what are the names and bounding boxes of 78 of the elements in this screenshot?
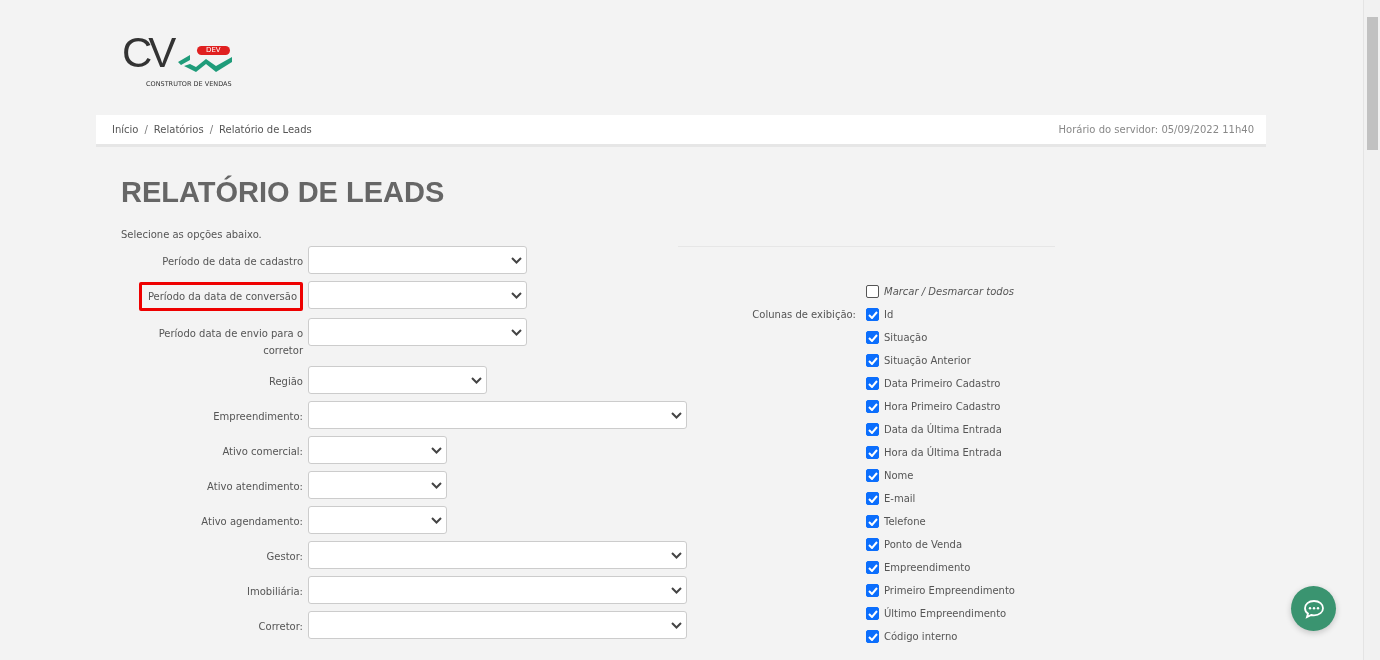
dropdown-field[interactable] [308, 318, 527, 346]
dropdown-field[interactable] [308, 471, 447, 499]
checkbox[interactable] [866, 607, 879, 620]
checkbox[interactable] [866, 538, 879, 551]
dropdown-field[interactable] [308, 281, 527, 309]
checkbox[interactable] [866, 377, 879, 390]
dropdown-field[interactable] [308, 366, 487, 394]
chevron-down-icon [431, 446, 442, 454]
chevron-down-icon [671, 551, 682, 559]
column-option-label[interactable]: Último Empreendimento [884, 608, 1007, 619]
page-title: RELATÓRIO DE LEADS [121, 176, 446, 210]
field-label: Período data de envio para o corretor [157, 327, 303, 358]
column-option-label[interactable]: Telefone [884, 516, 926, 527]
checkbox[interactable] [866, 630, 879, 643]
chevron-down-icon [671, 621, 682, 629]
checkbox[interactable] [866, 285, 879, 298]
chevron-down-icon [511, 328, 522, 336]
dropdown-field[interactable] [308, 611, 687, 639]
checkbox[interactable] [866, 492, 879, 505]
column-option-label[interactable]: Ponto de Venda [884, 539, 963, 550]
logo-wave-icon [176, 52, 234, 74]
field-label: Período de data de cadastro [162, 255, 303, 269]
checkbox[interactable] [866, 446, 879, 459]
scrollbar[interactable] [1363, 0, 1380, 660]
server-time: Horário do servidor: 05/09/2022 11h40 [1058, 124, 1254, 135]
checkbox[interactable] [866, 469, 879, 482]
chevron-down-icon [471, 376, 482, 384]
field-label: Ativo comercial: [222, 445, 303, 459]
field-label: Ativo agendamento: [201, 515, 303, 529]
column-option-label[interactable]: E-mail [884, 493, 916, 504]
column-option-label[interactable]: Nome [884, 470, 914, 481]
dropdown-field[interactable] [308, 576, 687, 604]
dropdown-field[interactable] [308, 246, 527, 274]
chevron-down-icon [431, 516, 442, 524]
dropdown-field[interactable] [308, 541, 687, 569]
chat-button[interactable] [1291, 586, 1336, 631]
column-option-label[interactable]: Situação [884, 332, 928, 343]
column-option-label[interactable]: Id [884, 309, 894, 320]
checkbox[interactable] [866, 331, 879, 344]
column-option-label[interactable]: Hora Primeiro Cadastro [884, 401, 1001, 412]
dropdown-field[interactable] [308, 506, 447, 534]
toggle-all-label[interactable]: Marcar / Desmarcar todos [884, 286, 1014, 297]
column-option-label[interactable]: Hora da Última Entrada [884, 447, 1002, 458]
chevron-down-icon [511, 256, 522, 264]
checkbox[interactable] [866, 515, 879, 528]
field-label: Gestor: [266, 550, 303, 564]
checkbox[interactable] [866, 354, 879, 367]
column-option-label[interactable]: Situação Anterior [884, 355, 971, 366]
field-label: Período da data de conversão [138, 282, 303, 311]
instructions-text: Selecione as opções abaixo. [121, 229, 263, 242]
column-option-label[interactable]: Data Primeiro Cadastro [884, 378, 1001, 389]
breadcrumb-link[interactable]: Relatórios [153, 124, 204, 135]
breadcrumb-link[interactable]: Início [112, 124, 139, 135]
column-option-label[interactable]: Empreendimento [884, 562, 971, 573]
chat-bubble-icon [1302, 598, 1325, 619]
checkbox[interactable] [866, 423, 879, 436]
breadcrumb-separator: / [209, 124, 214, 135]
column-option-label[interactable]: Data da Última Entrada [884, 424, 1002, 435]
chevron-down-icon [671, 586, 682, 594]
checkbox[interactable] [866, 308, 879, 321]
chevron-down-icon [431, 481, 442, 489]
column-option-label[interactable]: Código interno [884, 631, 958, 642]
field-label: Ativo atendimento: [207, 480, 303, 494]
chevron-down-icon [671, 411, 682, 419]
dropdown-field[interactable] [308, 436, 447, 464]
breadcrumb-separator: / [144, 124, 148, 135]
checkbox[interactable] [866, 561, 879, 574]
field-label: Região [268, 375, 303, 389]
chevron-down-icon [511, 291, 522, 299]
column-option-label[interactable]: Primeiro Empreendimento [884, 585, 1015, 596]
field-label: Empreendimento: [213, 410, 303, 424]
checkbox[interactable] [866, 584, 879, 597]
logo-letters: CV [122, 32, 173, 74]
columns-label: Colunas de exibição: [752, 308, 856, 322]
field-label: Imobiliária: [247, 585, 303, 599]
field-label: Corretor: [258, 620, 303, 634]
checkbox[interactable] [866, 400, 879, 413]
dropdown-field[interactable] [308, 401, 687, 429]
